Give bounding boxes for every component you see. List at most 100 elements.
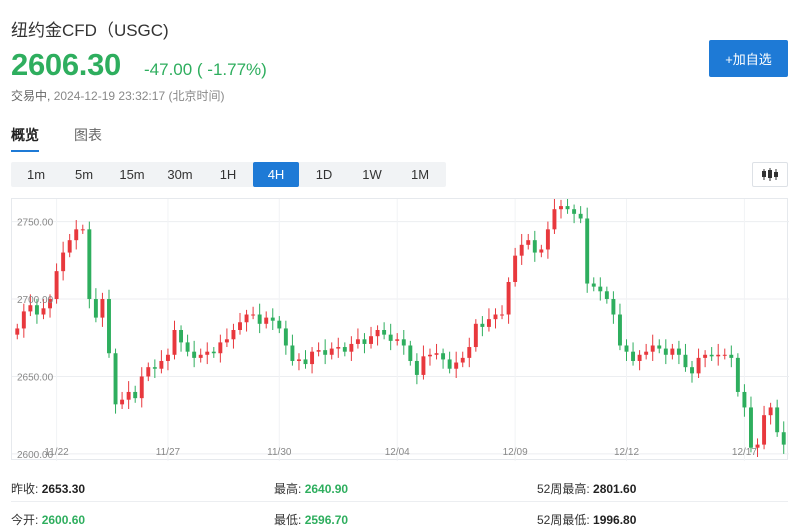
candle-body (657, 345, 662, 349)
candle-body (414, 360, 419, 375)
candle-body (709, 354, 714, 357)
period-1m[interactable]: 1m (13, 162, 59, 187)
x-tick-label: 12/04 (385, 447, 410, 458)
candle-body (644, 351, 649, 355)
candle-body (480, 323, 485, 327)
candle-body (631, 351, 636, 361)
candle-body (650, 345, 655, 352)
candle-body (251, 314, 256, 316)
candle-body (80, 229, 85, 231)
trade-status: 交易中, 2024-12-19 23:32:17 (北京时间) (11, 87, 224, 104)
candle-body (493, 314, 498, 320)
stat-high-label: 最高: (274, 482, 302, 496)
candle-body (290, 345, 295, 361)
candle-body (572, 209, 577, 214)
candle-body (198, 354, 203, 358)
price-chart[interactable]: 2750.00 2700.00 2650.00 2600.00 11/22 11/27 11… (11, 198, 789, 461)
candle-body (205, 351, 210, 355)
candle-body (375, 330, 380, 337)
candle-body (670, 348, 675, 355)
period-4h[interactable]: 4H (253, 162, 299, 187)
tab-chart[interactable]: 图表 (74, 125, 102, 145)
y-tick-label: 2700.00 (17, 295, 54, 306)
candle-body (224, 339, 229, 343)
candle-body (323, 350, 328, 355)
stat-prev-close-label: 昨收: (11, 482, 39, 496)
candle-body (434, 353, 439, 355)
stat-52w-high: 52周最高: 2801.60 (537, 480, 636, 497)
candle-body (441, 353, 446, 360)
add-to-watchlist-button[interactable]: +加自选 (709, 40, 788, 77)
candle-body (21, 311, 26, 329)
candle-body (545, 229, 550, 250)
stat-open: 今开: 2600.60 (11, 511, 85, 528)
x-tick-label: 12/17 (732, 447, 757, 458)
candle-body (565, 206, 570, 210)
candle-body (93, 299, 98, 318)
stat-low-value: 2596.70 (304, 513, 349, 527)
candle-body (264, 317, 269, 324)
candle-body (342, 347, 347, 352)
candle-body (218, 342, 223, 354)
y-tick-label: 2650.00 (17, 372, 54, 383)
candle-body (578, 213, 583, 219)
x-tick-label: 11/30 (267, 447, 292, 458)
period-1mo[interactable]: 1M (397, 162, 443, 187)
candle-body (165, 354, 170, 361)
candle-body (611, 299, 616, 315)
candle-body (139, 376, 144, 399)
chart-type-button[interactable] (752, 162, 788, 187)
candle-body (329, 348, 334, 355)
candle-body (735, 357, 740, 392)
period-30m[interactable]: 30m (157, 162, 203, 187)
candle-body (54, 271, 59, 300)
candle-body (500, 314, 505, 316)
x-tick-label: 11/27 (156, 447, 181, 458)
candle-body (467, 347, 472, 358)
candle-body (369, 336, 373, 344)
candle-body (722, 354, 727, 356)
stat-open-label: 今开: (11, 513, 39, 527)
period-5m[interactable]: 5m (61, 162, 107, 187)
stats-panel: 昨收: 2653.30 最高: 2640.90 52周最高: 2801.60 今… (0, 470, 800, 531)
candle-body (120, 399, 125, 405)
candle-body (113, 353, 118, 405)
candle-body (460, 357, 465, 363)
candle-body (637, 354, 642, 361)
stat-prev-close: 昨收: 2653.30 (11, 480, 85, 497)
candle-body (87, 229, 92, 300)
candle-body (310, 351, 315, 365)
candle-body (257, 314, 262, 324)
candle-body (15, 328, 20, 335)
candle-body (100, 299, 105, 318)
candle-body (355, 339, 360, 344)
period-1w[interactable]: 1W (349, 162, 395, 187)
candle-body (146, 367, 151, 377)
candle-body (690, 367, 694, 374)
candle-body (775, 407, 780, 433)
candle-body (296, 359, 301, 361)
candle-body (74, 229, 79, 241)
period-1d[interactable]: 1D (301, 162, 347, 187)
candle-body (67, 240, 72, 253)
candle-body (532, 240, 537, 253)
candle-body (316, 350, 321, 352)
candle-body (395, 339, 400, 341)
x-tick-label: 12/09 (503, 447, 528, 458)
period-1h[interactable]: 1H (205, 162, 251, 187)
x-tick-label: 12/12 (614, 447, 639, 458)
period-selector: 1m 5m 15m 30m 1H 4H 1D 1W 1M (11, 162, 446, 187)
trade-timestamp: 2024-12-19 23:32:17 (北京时间) (53, 89, 225, 103)
stat-52w-low-label: 52周最低: (537, 513, 590, 527)
candlestick-icon (762, 168, 778, 181)
candle-body (591, 283, 596, 287)
candle-body (421, 356, 426, 375)
period-15m[interactable]: 15m (109, 162, 155, 187)
candle-body (28, 305, 33, 312)
candle-body (454, 362, 459, 369)
tab-overview[interactable]: 概览 (11, 125, 39, 152)
candle-body (152, 367, 157, 369)
instrument-title: 纽约金CFD（USGC) (11, 21, 169, 40)
candle-body (559, 206, 563, 210)
candle-body (762, 415, 767, 445)
